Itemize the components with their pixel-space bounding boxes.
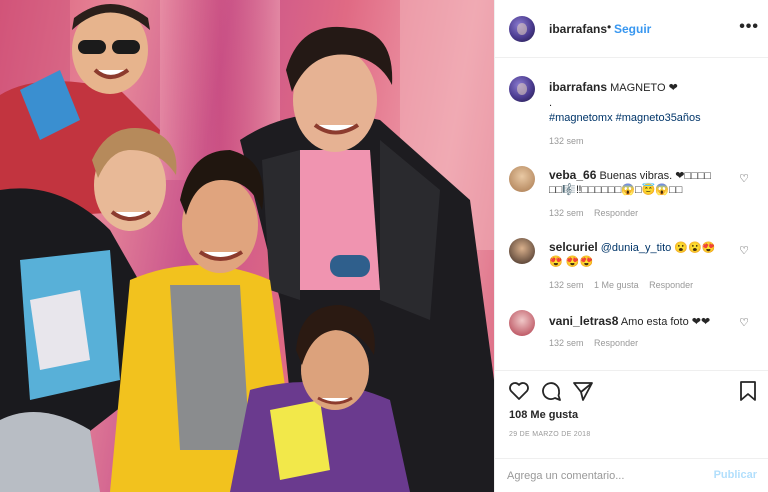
- comment-time[interactable]: 132 sem: [549, 338, 584, 348]
- bookmark-icon[interactable]: [737, 379, 759, 403]
- comment-meta: 132 sem Responder: [549, 208, 646, 218]
- likes-count[interactable]: 108 Me gusta: [509, 409, 578, 421]
- post-side-panel: ibarrafans • Seguir ••• ibarrafans MAGNE…: [494, 0, 768, 492]
- share-icon[interactable]: [571, 379, 595, 403]
- caption-dot-line: .: [549, 97, 553, 109]
- post-header: ibarrafans • Seguir •••: [495, 0, 768, 58]
- comment-avatar[interactable]: [509, 166, 535, 192]
- publish-button[interactable]: Publicar: [714, 469, 757, 481]
- comment: veba_66 Buenas vibras. ❤□□□□ □□🎼‼□□□□□□😱…: [549, 168, 719, 197]
- more-options-icon[interactable]: •••: [739, 18, 759, 36]
- post-caption: ibarrafans MAGNETO ❤ . #magnetomx #magne…: [549, 80, 755, 126]
- comment-reply-button[interactable]: Responder: [594, 208, 638, 218]
- comment-avatar[interactable]: [509, 310, 535, 336]
- comment-text: Amo esta foto ❤❤: [620, 316, 711, 328]
- post-date[interactable]: 29 DE MARZO DE 2018: [509, 431, 591, 438]
- comment-input[interactable]: [507, 468, 697, 484]
- follow-button[interactable]: Seguir: [614, 22, 651, 36]
- comment-time[interactable]: 132 sem: [549, 208, 584, 218]
- comment-username[interactable]: selcuriel: [549, 240, 598, 254]
- comment: selcuriel @dunia_y_tito 😮😮😍😍 😍😍: [549, 240, 719, 269]
- comment-like-heart-icon[interactable]: ♡: [739, 244, 749, 257]
- add-comment-bar: Publicar: [495, 458, 768, 492]
- comment-username[interactable]: veba_66: [549, 168, 596, 182]
- heart-icon[interactable]: [507, 379, 531, 403]
- comment-meta: 132 sem 1 Me gusta Responder: [549, 280, 701, 290]
- comments-list: ibarrafans MAGNETO ❤ . #magnetomx #magne…: [495, 58, 768, 370]
- caption-meta: 132 sem: [549, 136, 592, 146]
- post-photo[interactable]: [0, 0, 494, 492]
- caption-hashtags[interactable]: #magnetomx #magneto35años: [549, 112, 701, 124]
- comment-like-heart-icon[interactable]: ♡: [739, 316, 749, 329]
- caption-text: MAGNETO ❤: [610, 82, 678, 94]
- comment-time[interactable]: 132 sem: [549, 280, 584, 290]
- comment-username[interactable]: vani_letras8: [549, 314, 618, 328]
- author-avatar[interactable]: [509, 16, 535, 42]
- comment-mention[interactable]: @dunia_y_tito: [601, 242, 672, 254]
- comment-likes[interactable]: 1 Me gusta: [594, 280, 639, 290]
- comment-reply-button[interactable]: Responder: [649, 280, 693, 290]
- caption-avatar[interactable]: [509, 76, 535, 102]
- comment-reply-button[interactable]: Responder: [594, 338, 638, 348]
- header-separator: •: [607, 20, 612, 34]
- comment-like-heart-icon[interactable]: ♡: [739, 172, 749, 185]
- caption-username[interactable]: ibarrafans: [549, 80, 607, 94]
- comment-avatar[interactable]: [509, 238, 535, 264]
- comment-icon[interactable]: [539, 379, 563, 403]
- photo-illustration: [0, 0, 494, 492]
- comment: vani_letras8 Amo esta foto ❤❤: [549, 314, 719, 329]
- author-username[interactable]: ibarrafans: [549, 22, 607, 36]
- post-actions: 108 Me gusta 29 DE MARZO DE 2018: [495, 370, 768, 458]
- comment-meta: 132 sem Responder: [549, 338, 646, 348]
- caption-time[interactable]: 132 sem: [549, 136, 584, 146]
